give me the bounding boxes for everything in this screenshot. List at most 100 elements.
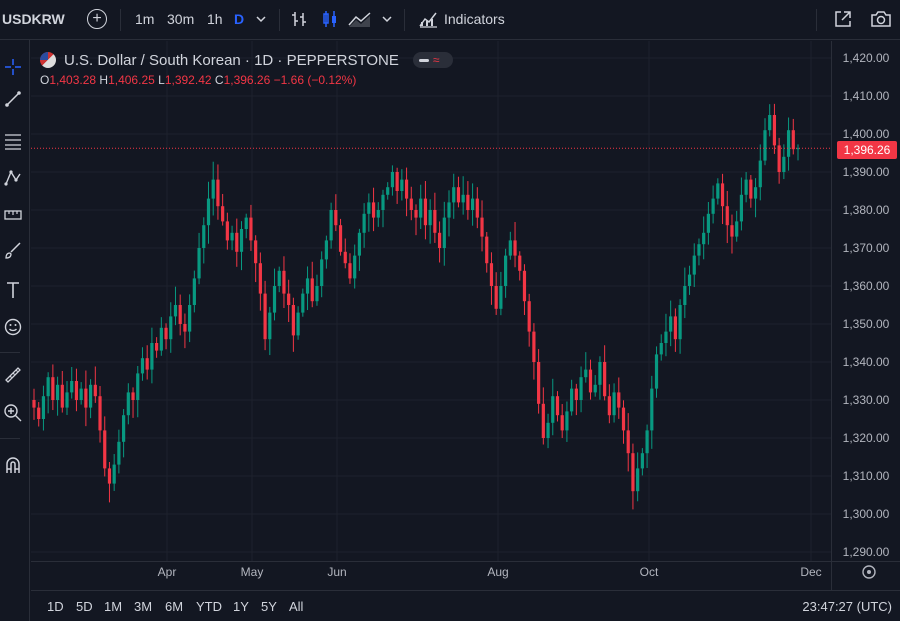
crosshair-tool[interactable] [0,54,26,80]
trend-line-tool[interactable] [0,86,26,112]
candle-body [305,278,310,294]
candle-body [287,293,291,305]
candle-body [225,221,229,241]
candle-body [546,422,550,438]
candle-body [437,232,442,248]
candle-body [112,464,116,484]
candle-body [692,255,696,275]
fib-tool[interactable] [0,128,26,154]
range-1y[interactable]: 1Y [233,599,249,614]
price-tick-label: 1,330.00 [843,393,890,407]
emoji-tool[interactable] [0,314,26,340]
time-tick-label: Aug [487,565,508,579]
symbol-search[interactable]: USDKRW [2,0,65,38]
candle-body [607,396,611,416]
legend-title[interactable]: U.S. Dollar / South Korean · 1D · PEPPER… [64,52,399,69]
indicators-label: Indicators [444,11,505,27]
candles-style-button[interactable] [321,0,339,38]
snapshot-button[interactable] [870,0,892,38]
range-5y[interactable]: 5Y [261,599,277,614]
candle-body [640,453,644,469]
candle-body [249,217,253,241]
utc-clock[interactable]: 23:47:27 (UTC) [802,599,892,614]
candle-body [739,194,744,222]
candle-body [338,225,343,252]
interval-30m[interactable]: 30m [167,0,194,38]
range-6m[interactable]: 6M [165,599,183,614]
interval-label: 1m [135,11,155,27]
compare-button[interactable]: + [87,0,107,38]
drawing-toolbar [0,40,30,621]
interval-dropdown[interactable] [255,0,267,38]
range-ytd[interactable]: YTD [196,599,222,614]
candle-body [593,384,597,393]
candle-body [395,172,399,191]
interval-1m[interactable]: 1m [135,0,154,38]
area-style-button[interactable] [348,0,372,38]
bar-style-button[interactable] [290,0,308,38]
indicators-button[interactable]: Indicators [418,0,505,38]
candle-body [513,240,517,256]
candle-body [555,396,560,416]
chart-style-dropdown[interactable] [381,0,393,38]
candle-body [235,232,239,252]
price-tick-label: 1,420.00 [843,51,890,65]
market-status-badge[interactable]: ≈ [412,52,453,68]
candle-body [216,179,220,207]
prediction-tool[interactable] [0,202,26,228]
candle-body [188,305,192,332]
candle-body [404,179,409,199]
candle-body [173,305,178,317]
candle-body [730,225,734,237]
candle-body [522,270,527,302]
external-link-icon [835,11,851,27]
candle-body [584,369,588,378]
candle-body [315,286,319,302]
range-3m[interactable]: 3M [134,599,152,614]
candle-body [650,388,654,431]
candle-body [277,270,281,286]
interval-1h[interactable]: 1h [207,0,223,38]
brush-tool[interactable] [0,238,26,264]
price-tick-label: 1,340.00 [843,355,890,369]
candle-body [145,358,149,370]
chevron-down-icon [256,16,266,23]
candle-body [461,194,465,203]
candle-body [409,198,413,210]
candle-body [645,430,649,454]
candle-body [654,354,659,389]
fullscreen-button[interactable] [833,0,853,38]
horizontal-lines-icon [5,134,21,150]
magnet-tool[interactable] [0,452,26,478]
top-toolbar: USDKRW + 1m 30m 1h D Indicators [0,0,900,40]
range-1d[interactable]: 1D [47,599,64,614]
price-tick-label: 1,300.00 [843,507,890,521]
interval-d[interactable]: D [234,0,244,38]
text-tool[interactable] [0,277,26,303]
range-all[interactable]: All [289,599,303,614]
area-chart-icon [348,12,371,27]
pattern-tool[interactable] [0,165,26,191]
zoom-tool[interactable] [0,400,26,426]
candle-body [499,286,503,309]
candle-body [202,225,206,248]
candle-body [296,312,300,336]
candle-body [117,441,121,465]
candle-body [221,206,225,222]
candle-body [93,384,97,397]
candle-body [65,392,69,408]
candle-body [565,411,569,431]
candle-body [376,210,380,218]
range-5d[interactable]: 5D [76,599,93,614]
measure-icon [4,210,22,220]
candle-body [777,145,781,172]
price-tick-label: 1,390.00 [843,165,890,179]
candle-body [626,430,630,454]
candle-body [268,312,272,340]
range-1m[interactable]: 1M [104,599,122,614]
ruler-tool[interactable] [0,362,26,388]
candle-body [192,278,196,305]
range-bar: 1D 5D 1M 3M 6M YTD 1Y 5Y All 23:47:27 (U… [31,590,900,621]
price-chart[interactable]: 1,420.00 1,410.00 1,400.00 1,390.00 1,380.00… [31,41,900,590]
candle-body [98,396,102,431]
